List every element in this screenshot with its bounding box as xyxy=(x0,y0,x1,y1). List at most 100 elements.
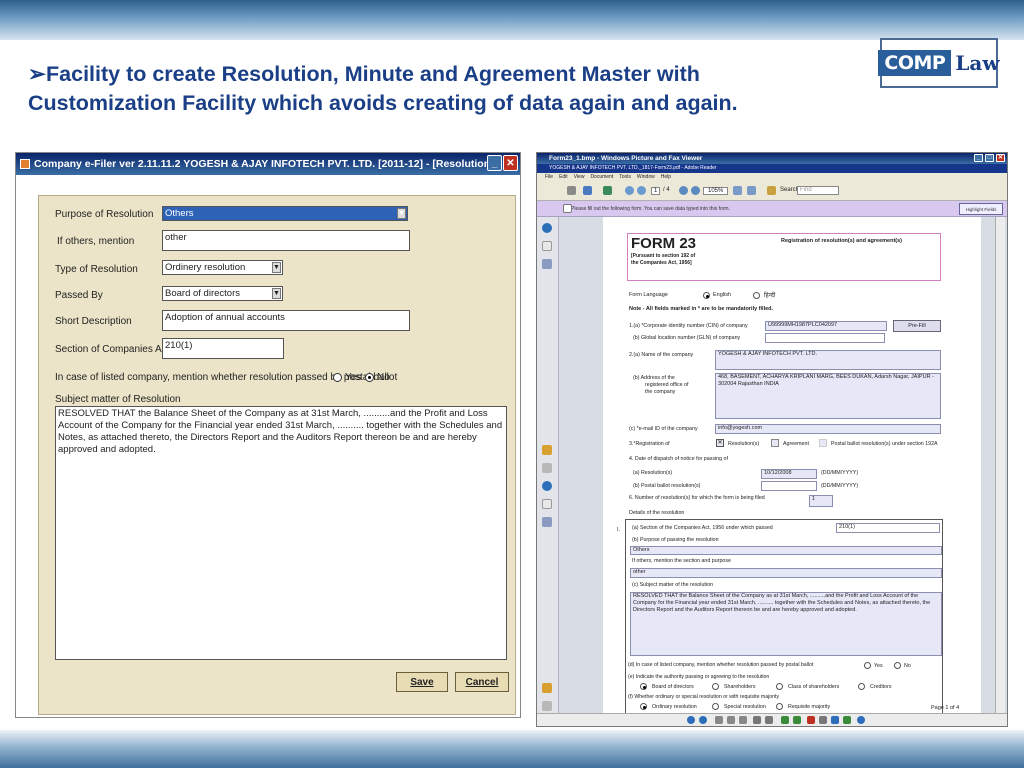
purpose-select[interactable]: Others ▼ xyxy=(162,206,408,221)
menu-help[interactable]: Help xyxy=(661,173,671,181)
agreement-checkbox[interactable] xyxy=(771,439,779,447)
name-field[interactable]: YOGESH & AJAY INFOTECH PVT. LTD. xyxy=(715,350,941,370)
menu-tools[interactable]: Tools xyxy=(619,173,631,181)
name-label: 2.(a) Name of the company xyxy=(629,352,694,358)
address-field[interactable]: 468, BASEMENT, ACHARYA KRIPLANI MARG, BE… xyxy=(715,373,941,419)
subject-textarea[interactable]: RESOLVED THAT the Balance Sheet of the C… xyxy=(55,406,507,660)
dispatch-resolutions-field[interactable]: 10/12/2008 xyxy=(761,469,817,479)
prev-image-icon[interactable] xyxy=(687,716,695,724)
layers-icon[interactable] xyxy=(542,701,552,711)
header-band xyxy=(0,0,1024,40)
close-icon[interactable]: ✕ xyxy=(503,155,518,171)
subject-label: (c) Subject matter of the resolution xyxy=(632,582,713,588)
if-others-input[interactable]: other xyxy=(162,230,410,251)
prev-page-icon[interactable] xyxy=(625,186,634,195)
fit-page-icon[interactable] xyxy=(733,186,742,195)
maximize-icon[interactable]: □ xyxy=(985,154,994,162)
number-field[interactable]: 1 xyxy=(809,495,833,507)
zoom-out-icon[interactable] xyxy=(679,186,688,195)
chevron-down-icon[interactable]: ▼ xyxy=(272,288,281,299)
save-icon[interactable] xyxy=(831,716,839,724)
attachments-icon[interactable] xyxy=(542,499,552,509)
next-image-icon[interactable] xyxy=(699,716,707,724)
class-shareholders-radio[interactable] xyxy=(776,683,783,690)
pages-icon[interactable] xyxy=(542,481,552,491)
cin-field[interactable]: U99999MH1987PLC042097 xyxy=(765,321,887,331)
creditors-radio[interactable] xyxy=(858,683,865,690)
subject-field[interactable]: RESOLVED THAT the Balance Sheet of the C… xyxy=(630,592,942,656)
email-field[interactable]: info@yogesh.com xyxy=(715,424,941,434)
resolution-details-box: (a) Section of the Companies Act, 1956 u… xyxy=(625,519,943,715)
special-radio[interactable] xyxy=(712,703,719,710)
dispatch-postal-field[interactable] xyxy=(761,481,817,491)
section-input[interactable]: 210(1) xyxy=(162,338,284,359)
minimize-icon[interactable]: _ xyxy=(974,154,983,162)
find-input[interactable]: Find xyxy=(797,186,839,195)
tool-icon[interactable] xyxy=(603,186,612,195)
rotate-clockwise-icon[interactable] xyxy=(781,716,789,724)
postal-no-radio[interactable] xyxy=(365,373,374,382)
menu-window[interactable]: Window xyxy=(637,173,655,181)
dispatch-postal-label: (b) Postal ballot resolution(s) xyxy=(633,483,701,489)
passed-by-select[interactable]: Board of directors ▼ xyxy=(162,286,283,301)
listed-no-radio[interactable] xyxy=(894,662,901,669)
layers-icon[interactable] xyxy=(542,463,552,473)
next-page-icon[interactable] xyxy=(637,186,646,195)
slideshow-icon[interactable] xyxy=(739,716,747,724)
minimize-icon[interactable]: _ xyxy=(487,155,502,171)
zoom-select[interactable]: 105% xyxy=(703,187,729,195)
highlight-fields-button[interactable]: Highlight Fields xyxy=(959,203,1003,215)
app-icon xyxy=(20,159,30,169)
chevron-down-icon[interactable]: ▼ xyxy=(272,262,281,273)
best-fit-icon[interactable] xyxy=(715,716,723,724)
ordinary-radio[interactable] xyxy=(640,703,647,710)
zoom-out-icon[interactable] xyxy=(765,716,773,724)
prefill-button[interactable]: Pre-Fill xyxy=(893,320,941,332)
if-others-field[interactable]: other xyxy=(630,568,942,578)
board-radio[interactable] xyxy=(640,683,647,690)
print-icon[interactable] xyxy=(567,186,576,195)
menu-edit[interactable]: Edit xyxy=(559,173,568,181)
menu-file[interactable]: File xyxy=(545,173,553,181)
delete-icon[interactable] xyxy=(807,716,815,724)
zoom-in-icon[interactable] xyxy=(691,186,700,195)
hindi-radio[interactable] xyxy=(753,292,760,299)
purpose-label: Purpose of Resolution xyxy=(55,209,154,220)
sign-icon[interactable] xyxy=(767,186,776,195)
cancel-button[interactable]: Cancel xyxy=(455,672,509,692)
attachments-icon[interactable] xyxy=(542,241,552,251)
signatures-icon[interactable] xyxy=(542,517,552,527)
menu-view[interactable]: View xyxy=(574,173,585,181)
actual-size-icon[interactable] xyxy=(727,716,735,724)
chevron-down-icon[interactable]: ▼ xyxy=(397,208,406,219)
type-select[interactable]: Ordinery resolution ▼ xyxy=(162,260,283,275)
bookmarks-icon[interactable] xyxy=(542,683,552,693)
postal-checkbox[interactable] xyxy=(819,439,827,447)
reader-scrollbar[interactable] xyxy=(995,217,1005,715)
pages-icon[interactable] xyxy=(542,223,552,233)
shareholders-radio[interactable] xyxy=(712,683,719,690)
bookmarks-icon[interactable] xyxy=(542,445,552,455)
page-number-input[interactable]: 1 xyxy=(651,187,661,195)
print-icon[interactable] xyxy=(819,716,827,724)
english-radio[interactable] xyxy=(703,292,710,299)
signatures-icon[interactable] xyxy=(542,259,552,269)
email-icon[interactable] xyxy=(583,186,592,195)
gln-field[interactable] xyxy=(765,333,885,343)
cin-label: 1.(a) *Corporate identity number (CIN) o… xyxy=(629,323,748,329)
help-icon[interactable] xyxy=(857,716,865,724)
postal-yes-radio[interactable] xyxy=(333,373,342,382)
resolutions-checkbox[interactable]: ✕ xyxy=(716,439,724,447)
requisite-radio[interactable] xyxy=(776,703,783,710)
edit-icon[interactable] xyxy=(843,716,851,724)
short-desc-input[interactable]: Adoption of annual accounts xyxy=(162,310,410,331)
rotate-counter-icon[interactable] xyxy=(793,716,801,724)
purpose-field[interactable]: Others xyxy=(630,546,942,555)
menu-document[interactable]: Document xyxy=(590,173,613,181)
close-icon[interactable]: ✕ xyxy=(996,154,1005,162)
zoom-in-icon[interactable] xyxy=(753,716,761,724)
save-button[interactable]: Save xyxy=(396,672,448,692)
fit-width-icon[interactable] xyxy=(747,186,756,195)
sec-field[interactable]: 210(1) xyxy=(836,523,940,533)
listed-yes-radio[interactable] xyxy=(864,662,871,669)
